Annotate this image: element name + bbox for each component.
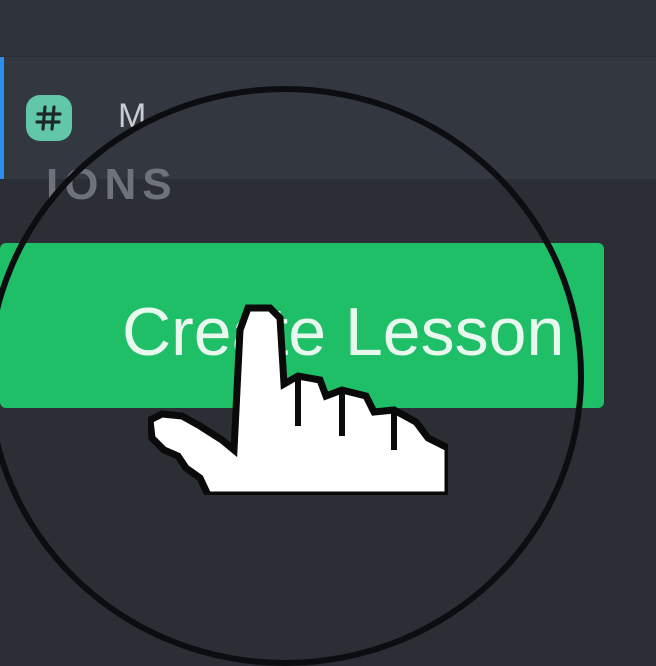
top-bar [0, 0, 656, 56]
channel-label: M [118, 97, 147, 135]
hash-icon [26, 95, 72, 141]
section-heading: IONS [46, 160, 178, 209]
hand-pointer-icon [148, 304, 448, 495]
active-indicator [0, 57, 4, 179]
